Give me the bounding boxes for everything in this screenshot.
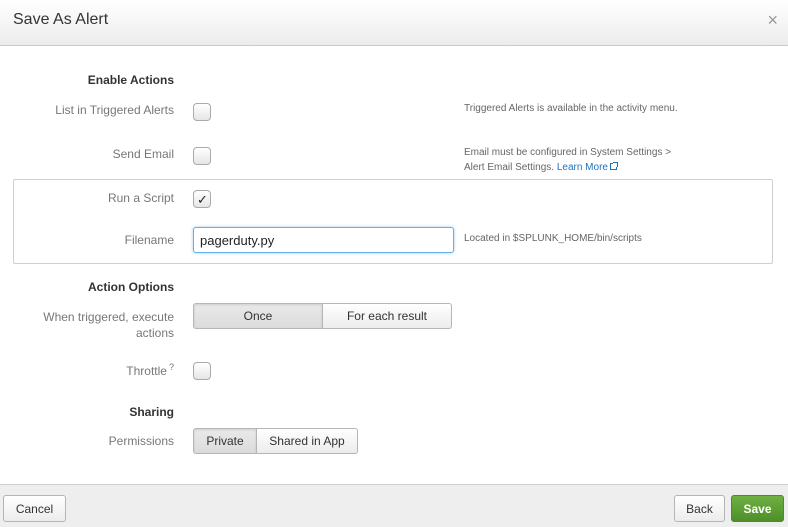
dialog-header: Save As Alert × [0, 0, 788, 46]
execute-actions-label-line1: When triggered, execute [43, 310, 174, 324]
triggered-alerts-help: Triggered Alerts is available in the act… [464, 103, 678, 114]
learn-more-link[interactable]: Learn More [556, 162, 618, 173]
checkmark-icon: ✓ [197, 192, 208, 207]
external-link-icon [609, 162, 618, 170]
execute-actions-label-line2: actions [135, 326, 174, 340]
dialog-footer: Cancel Back Save [0, 484, 788, 527]
run-script-checkbox[interactable]: ✓ [193, 190, 211, 208]
filename-label: Filename [124, 233, 174, 247]
close-icon[interactable]: × [767, 10, 778, 30]
action-options-heading: Action Options [88, 280, 174, 294]
send-email-help: Email must be configured in System Setti… [464, 145, 671, 175]
execute-mode-toggle: Once For each result [193, 303, 452, 329]
enable-actions-heading: Enable Actions [87, 73, 174, 87]
throttle-label-text: Throttle [126, 364, 167, 378]
run-script-label: Run a Script [107, 191, 174, 205]
dialog-title: Save As Alert [13, 11, 109, 28]
list-triggered-alerts-label: List in Triggered Alerts [55, 103, 174, 117]
permission-shared-in-app-button[interactable]: Shared in App [257, 428, 358, 454]
list-triggered-alerts-checkbox[interactable] [193, 103, 211, 121]
send-email-help-line1: Email must be configured in System Setti… [464, 147, 672, 158]
throttle-label: Throttle? [126, 362, 174, 378]
sharing-heading: Sharing [129, 405, 174, 419]
throttle-help-icon[interactable]: ? [169, 362, 174, 372]
learn-more-text: Learn More [556, 162, 608, 173]
permissions-toggle: Private Shared in App [193, 428, 358, 454]
send-email-help-line2-text: Alert Email Settings. [464, 162, 555, 173]
filename-input[interactable] [193, 227, 454, 253]
cancel-button[interactable]: Cancel [3, 495, 66, 522]
permissions-label: Permissions [108, 434, 174, 448]
execute-each-result-button[interactable]: For each result [323, 303, 452, 329]
execute-once-button[interactable]: Once [193, 303, 323, 329]
send-email-help-line2: Alert Email Settings. Learn More [464, 160, 671, 175]
save-button[interactable]: Save [731, 495, 784, 522]
back-button[interactable]: Back [674, 495, 725, 522]
execute-actions-label: When triggered, execute actions [43, 309, 174, 341]
send-email-label: Send Email [112, 147, 174, 161]
throttle-checkbox[interactable] [193, 362, 211, 380]
permission-private-button[interactable]: Private [193, 428, 257, 454]
filename-help: Located in $SPLUNK_HOME/bin/scripts [464, 233, 642, 244]
send-email-checkbox[interactable] [193, 147, 211, 165]
save-as-alert-dialog: Save As Alert × Enable Actions List in T… [0, 0, 788, 527]
